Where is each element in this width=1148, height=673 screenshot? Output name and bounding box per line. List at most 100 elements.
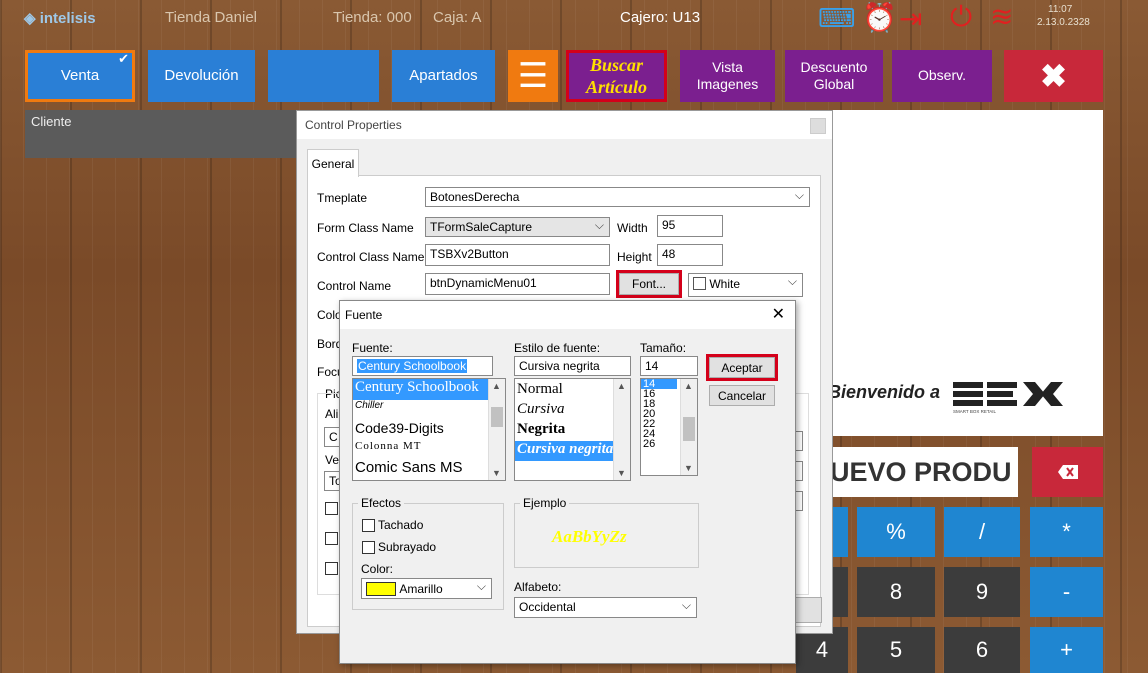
- cancel-button[interactable]: Cancelar: [709, 385, 775, 406]
- size-list-scrollbar[interactable]: ▲ ▼: [680, 379, 697, 475]
- top-status-bar: ◈ intelisis Tienda Daniel Tienda: 000 Ca…: [0, 0, 1148, 38]
- chevron-up-icon[interactable]: ▲: [492, 381, 501, 391]
- buscar-line2: Artículo: [585, 77, 647, 97]
- chevron-down-icon[interactable]: ▼: [492, 468, 501, 478]
- backspace-button[interactable]: [1032, 447, 1103, 497]
- sample-label: Ejemplo: [520, 496, 570, 510]
- keypad-plus[interactable]: +: [1030, 627, 1103, 673]
- color-label: Color:: [361, 562, 394, 576]
- clock-time: 11:07: [1048, 4, 1073, 15]
- store-id-label: Tienda: 000: [333, 9, 412, 26]
- close-icon[interactable]: [810, 118, 826, 134]
- venta-button[interactable]: Venta ✔: [25, 50, 135, 102]
- observ-button[interactable]: Observ.: [892, 50, 992, 102]
- height-input[interactable]: 48: [657, 244, 723, 266]
- apartados-label: Apartados: [409, 66, 478, 84]
- font-button-label: Font...: [631, 277, 666, 291]
- font-list-scrollbar[interactable]: ▲ ▼: [488, 379, 505, 480]
- width-input[interactable]: 95: [657, 215, 723, 237]
- font-size-list[interactable]: 14 16 18 20 22 24 26 ▲ ▼: [640, 378, 698, 476]
- font-list-item[interactable]: Comic Sans MS: [353, 459, 505, 480]
- close-button[interactable]: ✖: [1004, 50, 1103, 102]
- height-value: 48: [662, 247, 676, 261]
- chevron-up-icon[interactable]: ▲: [617, 381, 626, 391]
- control-properties-titlebar: Control Properties: [297, 111, 832, 139]
- key-label: 5: [889, 637, 903, 662]
- effects-label: Efectos: [358, 496, 405, 510]
- keyboard-icon[interactable]: ⌨: [818, 3, 856, 34]
- menu-button[interactable]: ☰: [508, 50, 558, 102]
- underline-checkbox[interactable]: [362, 541, 375, 554]
- style-list-item[interactable]: Cursiva negrita: [515, 441, 614, 461]
- keypad-9[interactable]: 9: [944, 567, 1020, 617]
- keypad-percent[interactable]: %: [857, 507, 935, 557]
- scroll-thumb[interactable]: [683, 417, 695, 441]
- chevron-down-icon[interactable]: ▼: [684, 463, 693, 473]
- template-value: BotonesDerecha: [430, 190, 520, 204]
- vista-imagenes-button[interactable]: Vista Imagenes: [680, 50, 775, 102]
- descuento-global-button[interactable]: Descuento Global: [785, 50, 883, 102]
- strikeout-checkbox[interactable]: [362, 519, 375, 532]
- color-select[interactable]: White: [688, 273, 803, 297]
- dialog-button-partial[interactable]: [794, 597, 822, 623]
- form-class-label: Form Class Name: [317, 221, 414, 235]
- control-name-value: btnDynamicMenu01: [430, 276, 537, 290]
- buscar-line1: Buscar: [589, 54, 643, 75]
- form-class-select[interactable]: TFormSaleCapture: [425, 217, 610, 237]
- welcome-panel: Bienvenido a SMART BOX RETAIL: [828, 110, 1103, 436]
- keypad-multiply[interactable]: *: [1030, 507, 1103, 557]
- keypad-minus[interactable]: -: [1030, 567, 1103, 617]
- hamburger-icon: ☰: [517, 56, 549, 95]
- vista-line1: Vista: [712, 58, 743, 75]
- font-style-list[interactable]: Normal Cursiva Negrita Cursiva negrita ▲…: [514, 378, 631, 481]
- font-style-input[interactable]: Cursiva negrita: [514, 356, 631, 376]
- keypad-6[interactable]: 6: [944, 627, 1020, 673]
- font-name-list[interactable]: Century Schoolbook Chiller Code39-Digits…: [352, 378, 506, 481]
- script-select[interactable]: Occidental: [514, 597, 697, 618]
- font-list-item[interactable]: Century Schoolbook: [353, 379, 505, 400]
- style-list-scrollbar[interactable]: ▲ ▼: [613, 379, 630, 480]
- script-label: Alfabeto:: [514, 580, 562, 594]
- font-size-input[interactable]: 14: [640, 356, 698, 376]
- chevron-down-icon[interactable]: ▼: [617, 468, 626, 478]
- key-label: +: [1060, 637, 1073, 662]
- control-class-input[interactable]: TSBXv2Button: [425, 244, 610, 266]
- chevron-up-icon[interactable]: ▲: [684, 381, 693, 391]
- font-list-item[interactable]: Chiller: [353, 400, 505, 420]
- logout-icon[interactable]: ⇥: [899, 2, 922, 35]
- accept-button-label: Aceptar: [721, 360, 763, 375]
- control-name-input[interactable]: btnDynamicMenu01: [425, 273, 610, 295]
- font-list-item[interactable]: Code39-Digits: [353, 420, 505, 440]
- devolucion-button[interactable]: Devolución: [148, 50, 255, 102]
- apartados-button[interactable]: Apartados: [392, 50, 495, 102]
- close-icon[interactable]: ✕: [772, 304, 785, 324]
- font-button[interactable]: Font...: [616, 270, 682, 298]
- sample-text: AaBbYyZz: [552, 527, 627, 546]
- alarm-clock-icon[interactable]: ⏰: [862, 1, 897, 34]
- sbx-sub-text: SMART BOX RETAIL: [953, 409, 997, 414]
- height-label: Height: [617, 250, 652, 264]
- accept-button[interactable]: Aceptar: [706, 354, 778, 381]
- cliente-panel[interactable]: Cliente: [25, 110, 300, 158]
- product-search-field[interactable]: UEVO PRODU: [828, 447, 1018, 497]
- buscar-articulo-button[interactable]: Buscar Artículo: [566, 50, 667, 102]
- font-name-input[interactable]: Century Schoolbook: [352, 356, 493, 376]
- control-properties-title: Control Properties: [305, 118, 402, 132]
- strikeout-label: Tachado: [378, 518, 424, 532]
- scroll-thumb[interactable]: [491, 407, 503, 427]
- font-color-select[interactable]: Amarillo: [361, 578, 492, 599]
- key-label: 6: [975, 637, 989, 662]
- font-list-item[interactable]: Colonna MT: [353, 440, 505, 459]
- keypad-divide[interactable]: /: [944, 507, 1020, 557]
- template-select[interactable]: BotonesDerecha: [425, 187, 810, 207]
- tab-general-label: General: [311, 156, 355, 171]
- keypad-8[interactable]: 8: [857, 567, 935, 617]
- keypad-5[interactable]: 5: [857, 627, 935, 673]
- font-style-label: Estilo de fuente:: [514, 341, 601, 355]
- tab-general[interactable]: General: [307, 149, 359, 177]
- power-icon[interactable]: ⏻: [950, 1, 972, 34]
- blank-action-button[interactable]: [268, 50, 379, 102]
- font-name-label: Fuente:: [352, 341, 393, 355]
- key-label: 8: [889, 579, 903, 604]
- color-swatch-white: [693, 277, 706, 291]
